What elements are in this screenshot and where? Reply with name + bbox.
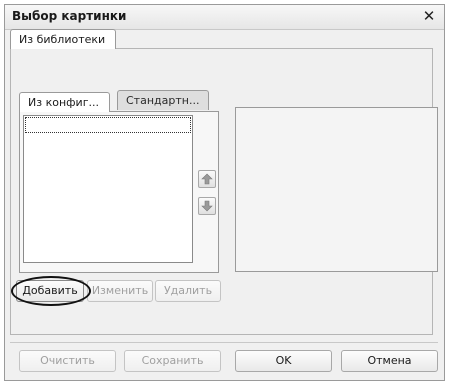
edit-button[interactable]: Изменить <box>87 280 153 302</box>
move-up-button[interactable] <box>198 170 216 188</box>
clear-button[interactable]: Очистить <box>19 350 116 372</box>
delete-button[interactable]: Удалить <box>155 280 221 302</box>
cancel-button[interactable]: Отмена <box>341 350 438 372</box>
list-item[interactable] <box>25 117 191 133</box>
footer-divider <box>10 342 438 343</box>
tab-standard[interactable]: Стандартн... <box>117 90 209 110</box>
title-bar[interactable]: Выбор картинки ✕ <box>5 5 444 30</box>
move-down-button[interactable] <box>198 197 216 215</box>
arrow-up-icon <box>201 173 213 185</box>
tab-from-library[interactable]: Из библиотеки <box>10 29 116 49</box>
arrow-down-icon <box>201 200 213 212</box>
tab-from-configuration[interactable]: Из конфиг... <box>19 92 110 112</box>
add-button[interactable]: Добавить <box>16 280 84 302</box>
picture-list[interactable] <box>23 115 193 263</box>
dialog-title: Выбор картинки <box>12 9 127 23</box>
close-icon[interactable]: ✕ <box>420 7 438 25</box>
save-button[interactable]: Сохранить <box>124 350 221 372</box>
ok-button[interactable]: OK <box>235 350 332 372</box>
picture-preview <box>235 107 438 272</box>
